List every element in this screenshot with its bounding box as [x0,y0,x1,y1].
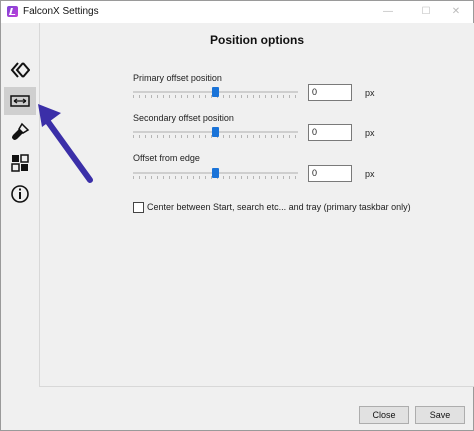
sidebar-item-tray[interactable] [4,149,36,177]
center-checkbox-label[interactable]: Center between Start, search etc... and … [147,202,411,212]
minimize-button[interactable]: — [371,1,405,23]
primary-offset-unit: px [365,88,375,98]
secondary-offset-slider-thumb[interactable] [212,127,219,137]
brush-icon [12,122,30,140]
title-bar: FalconX Settings — ☐ ✕ [1,1,473,23]
maximize-button[interactable]: ☐ [409,1,443,23]
sidebar-item-position[interactable] [4,87,36,115]
edge-offset-unit: px [365,169,375,179]
secondary-offset-unit: px [365,128,375,138]
content-panel: Position options Primary offset position… [39,23,474,387]
close-window-button[interactable]: ✕ [439,1,473,23]
save-button[interactable]: Save [415,406,465,424]
falconx-app-icon [7,6,18,17]
position-icon [10,95,30,107]
edge-offset-label: Offset from edge [133,153,200,163]
footer: Close Save [1,389,473,430]
close-button[interactable]: Close [359,406,409,424]
page-title: Position options [210,33,304,47]
settings-window: FalconX Settings — ☐ ✕ Position options … [0,0,474,431]
edge-offset-slider-thumb[interactable] [212,168,219,178]
sidebar-item-taskbar[interactable] [4,56,36,84]
sidebar-item-style[interactable] [4,118,36,146]
info-icon [11,185,29,203]
primary-offset-input[interactable]: 0 [308,84,352,101]
falconx-logo-icon [10,62,30,78]
center-checkbox[interactable] [133,202,144,213]
edge-offset-input[interactable]: 0 [308,165,352,182]
secondary-offset-label: Secondary offset position [133,113,234,123]
sidebar-item-about[interactable] [4,180,36,208]
sidebar [1,23,39,389]
primary-offset-label: Primary offset position [133,73,222,83]
window-title: FalconX Settings [23,6,99,17]
primary-offset-slider-thumb[interactable] [212,87,219,97]
grid-icon [11,154,29,172]
secondary-offset-input[interactable]: 0 [308,124,352,141]
